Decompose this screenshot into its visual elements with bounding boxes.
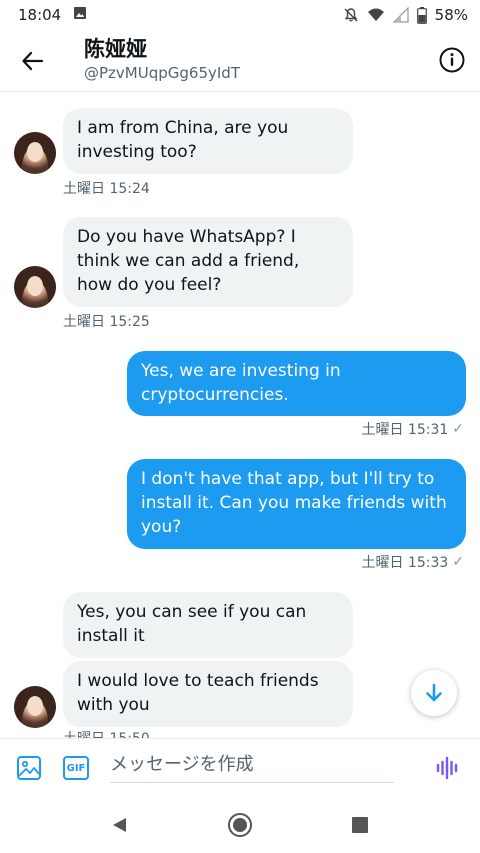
system-navigation-bar	[0, 796, 480, 853]
timestamp-text: 土曜日 15:25	[63, 314, 150, 330]
message-timestamp: 土曜日 15:50	[63, 728, 150, 738]
conversation-header: 陈娅娅 @PzvMUqpGg65yIdT	[0, 30, 480, 92]
home-nav-button[interactable]	[220, 805, 260, 845]
sent-check-icon: ✓	[452, 554, 464, 570]
message-input[interactable]	[110, 747, 394, 783]
timestamp-text: 土曜日 15:31	[361, 422, 449, 438]
message-timestamp: 土曜日 15:25	[63, 311, 150, 331]
back-nav-button[interactable]	[100, 805, 140, 845]
incoming-message-bubble[interactable]: Yes, you can see if you can install it	[63, 592, 353, 658]
timestamp-text: 土曜日 15:24	[63, 181, 150, 197]
image-notification-icon	[73, 6, 87, 24]
home-circle-icon	[228, 812, 252, 837]
avatar[interactable]	[14, 266, 56, 308]
voice-message-icon[interactable]	[434, 755, 460, 781]
sent-check-icon: ✓	[452, 421, 464, 437]
message-timestamp: 土曜日 15:33 ✓	[361, 552, 464, 572]
avatar[interactable]	[14, 686, 56, 728]
signal-icon	[392, 7, 409, 23]
wifi-icon	[367, 7, 385, 23]
avatar[interactable]	[14, 132, 56, 174]
back-triangle-icon	[113, 817, 126, 832]
battery-icon	[416, 6, 427, 24]
conversation-title-block[interactable]: 陈娅娅 @PzvMUqpGg65yIdT	[84, 36, 240, 84]
message-composer: GIF	[0, 738, 480, 796]
incoming-message-bubble[interactable]: I would love to teach friends with you	[63, 661, 353, 727]
recents-square-icon	[352, 816, 368, 833]
back-arrow-icon[interactable]	[20, 48, 46, 74]
scroll-to-bottom-button[interactable]	[411, 670, 457, 716]
mute-icon	[343, 7, 359, 23]
info-icon[interactable]	[438, 46, 466, 74]
arrow-down-icon	[426, 683, 442, 702]
outgoing-message-bubble[interactable]: Yes, we are investing in cryptocurrencie…	[127, 351, 466, 416]
battery-level: 58%	[434, 6, 468, 24]
message-list[interactable]: I am from China, are you investing too? …	[0, 92, 480, 738]
gif-button[interactable]: GIF	[63, 756, 89, 780]
outgoing-message-bubble[interactable]: I don't have that app, but I'll try to i…	[127, 459, 466, 549]
message-timestamp: 土曜日 15:31 ✓	[361, 419, 464, 439]
conversation-title: 陈娅娅	[84, 37, 147, 61]
image-icon[interactable]	[16, 755, 42, 781]
incoming-message-bubble[interactable]: I am from China, are you investing too?	[63, 108, 353, 174]
message-timestamp: 土曜日 15:24	[63, 178, 150, 198]
status-bar: 18:04 58%	[0, 0, 480, 30]
recents-nav-button[interactable]	[340, 805, 380, 845]
conversation-handle: @PzvMUqpGg65yIdT	[84, 64, 240, 82]
incoming-message-bubble[interactable]: Do you have WhatsApp? I think we can add…	[63, 217, 353, 307]
timestamp-text: 土曜日 15:50	[63, 728, 150, 738]
timestamp-text: 土曜日 15:33	[361, 555, 449, 571]
status-time: 18:04	[18, 6, 62, 24]
